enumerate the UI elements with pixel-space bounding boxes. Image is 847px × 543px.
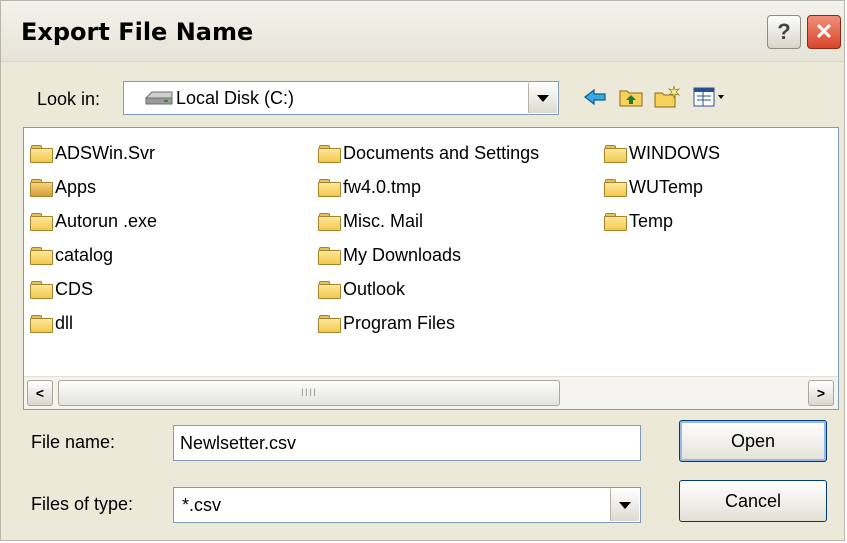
folder-icon [318, 280, 341, 299]
file-name-label: Temp [629, 210, 674, 231]
file-name-label: CDS [55, 278, 94, 299]
file-name-label: Documents and Settings [343, 142, 540, 163]
file-list[interactable]: ADSWin.Svr Apps Autorun .exe catalog CDS… [23, 127, 839, 410]
folder-icon [318, 144, 341, 163]
file-name-label: catalog [55, 244, 114, 265]
chevron-down-icon [537, 94, 549, 102]
file-list-items: ADSWin.Svr Apps Autorun .exe catalog CDS… [24, 128, 838, 377]
export-file-dialog: Export File Name ? ✕ Look in: Local Disk… [0, 0, 845, 541]
list-item[interactable]: Misc. Mail [318, 206, 423, 236]
list-item[interactable]: Outlook [318, 274, 405, 304]
horizontal-scrollbar[interactable]: < IIII > [24, 376, 838, 409]
list-item[interactable]: ADSWin.Svr [30, 138, 155, 168]
list-item[interactable]: dll [30, 308, 73, 338]
list-item[interactable]: My Downloads [318, 240, 461, 270]
folder-icon [318, 178, 341, 197]
files-of-type-dropdown-button[interactable] [610, 489, 639, 521]
scroll-right-button[interactable]: > [808, 380, 834, 406]
folder-icon [604, 212, 627, 231]
scroll-left-button[interactable]: < [27, 380, 53, 406]
files-of-type-label: Files of type: [31, 494, 134, 514]
file-name-label: Misc. Mail [343, 210, 423, 231]
up-one-level-icon [619, 90, 643, 107]
file-name-label: Outlook [343, 278, 406, 299]
file-name-label: WINDOWS [629, 142, 720, 163]
list-item[interactable]: Apps [30, 172, 96, 202]
list-item[interactable]: fw4.0.tmp [318, 172, 421, 202]
views-menu-button[interactable] [691, 83, 727, 111]
chevron-down-icon [619, 501, 631, 509]
file-name-label: ADSWin.Svr [55, 142, 156, 163]
file-name-label: File name: [31, 432, 116, 452]
list-item[interactable]: Autorun .exe [30, 206, 157, 236]
files-of-type-select[interactable]: *.csv [173, 487, 641, 523]
grip-icon: IIII [300, 387, 318, 399]
folder-icon [30, 314, 53, 333]
hard-drive-icon [144, 91, 173, 105]
folder-icon [318, 314, 341, 333]
folder-icon [604, 178, 627, 197]
window-title: Export File Name [21, 18, 254, 46]
folder-icon [30, 246, 53, 265]
title-bar[interactable]: Export File Name ? ✕ [1, 1, 844, 62]
folder-icon [318, 212, 341, 231]
look-in-select[interactable]: Local Disk (C:) [123, 81, 559, 115]
file-name-label: fw4.0.tmp [343, 176, 422, 197]
list-item[interactable]: WUTemp [604, 172, 703, 202]
open-button[interactable]: Open [679, 420, 827, 462]
cancel-button[interactable]: Cancel [679, 480, 827, 522]
up-one-level-button[interactable] [617, 83, 645, 111]
list-item[interactable]: CDS [30, 274, 93, 304]
list-item[interactable]: WINDOWS [604, 138, 720, 168]
folder-icon [30, 212, 53, 231]
look-in-value: Local Disk (C:) [176, 88, 295, 108]
folder-icon [30, 144, 53, 163]
shared-folder-icon [30, 178, 53, 197]
help-button[interactable]: ? [767, 15, 801, 49]
folder-icon [604, 144, 627, 163]
close-button[interactable]: ✕ [807, 15, 841, 49]
list-item[interactable]: Program Files [318, 308, 455, 338]
list-item[interactable]: Temp [604, 206, 673, 236]
look-in-dropdown-button[interactable] [528, 83, 557, 113]
folder-icon [318, 246, 341, 265]
new-folder-icon [654, 85, 681, 108]
folder-icon [30, 280, 53, 299]
scrollbar-thumb[interactable]: IIII [58, 380, 560, 406]
look-in-label: Look in: [37, 89, 101, 109]
file-name-label: Apps [55, 176, 97, 197]
file-name-label: dll [55, 312, 74, 333]
list-item[interactable]: Documents and Settings [318, 138, 539, 168]
view-menu-icon [693, 87, 724, 107]
new-folder-button[interactable] [653, 83, 681, 111]
file-name-label: Program Files [343, 312, 456, 333]
back-arrow-icon [584, 88, 606, 106]
file-name-input[interactable]: Newlsetter.csv [173, 425, 641, 461]
file-name-label: WUTemp [629, 176, 704, 197]
file-name-label: Autorun .exe [55, 210, 158, 231]
files-of-type-value: *.csv [182, 495, 222, 515]
back-button[interactable] [581, 83, 609, 111]
list-item[interactable]: catalog [30, 240, 113, 270]
file-name-label: My Downloads [343, 244, 462, 265]
